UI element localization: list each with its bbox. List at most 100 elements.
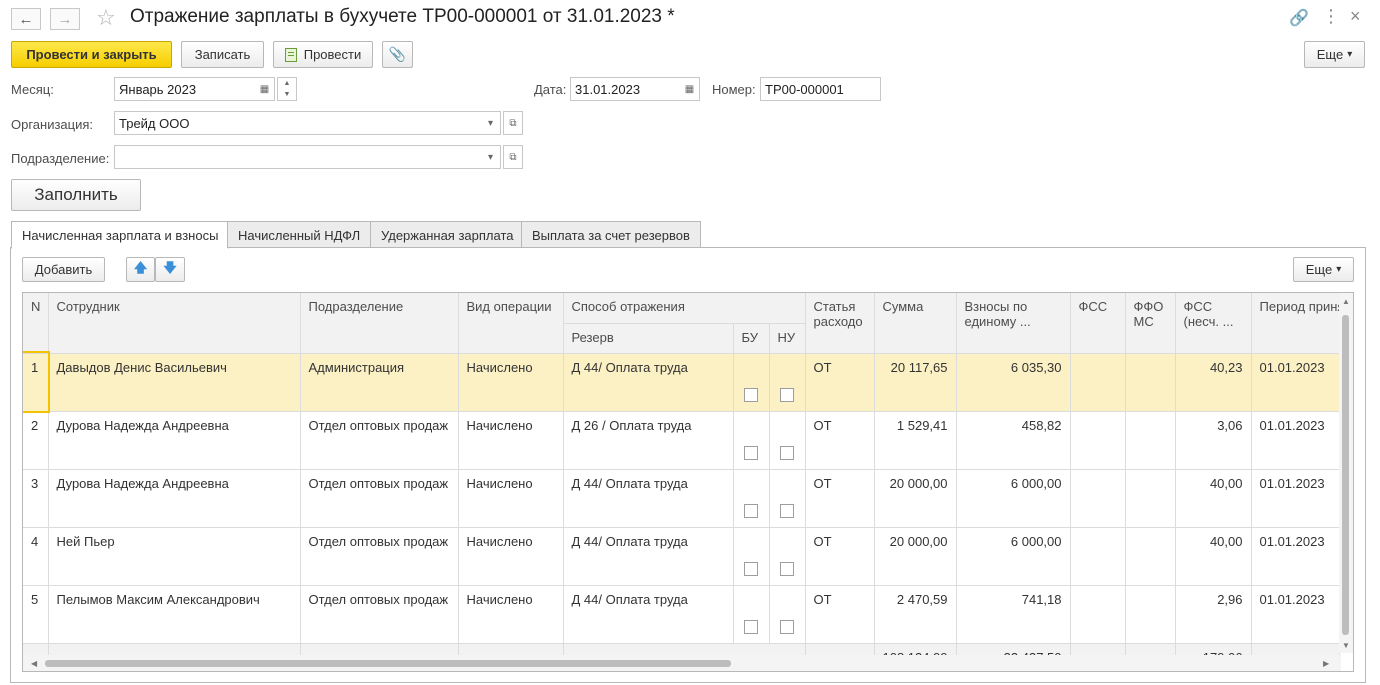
vertical-scrollbar[interactable]: ▲ ▼ (1339, 293, 1353, 653)
tab-accrued-ndfl[interactable]: Начисленный НДФЛ (227, 221, 372, 248)
sum-cell[interactable]: 20 117,65 (874, 353, 957, 412)
col-method[interactable]: Способ отражения (563, 293, 806, 324)
col-period[interactable]: Период приня (1251, 293, 1340, 354)
article-cell[interactable]: ОТ (805, 527, 875, 586)
row-number[interactable]: 5 (23, 585, 49, 644)
sum-cell[interactable]: 20 000,00 (874, 469, 957, 528)
bu-checkbox-box[interactable] (744, 387, 758, 402)
back-button[interactable]: ← (11, 8, 41, 30)
tab-withheld-salary[interactable]: Удержанная зарплата (370, 221, 525, 248)
department-cell[interactable]: Отдел оптовых продаж (300, 469, 459, 528)
col-fss-ns[interactable]: ФСС (несч. ... (1175, 293, 1252, 354)
department-cell[interactable]: Отдел оптовых продаж (300, 411, 459, 470)
ffoms-cell[interactable] (1125, 411, 1176, 470)
row-number[interactable]: 1 (23, 351, 50, 413)
fss-ns-cell[interactable]: 40,00 (1175, 469, 1252, 528)
close-icon[interactable]: × (1350, 6, 1361, 27)
move-down-button[interactable]: 🡇 (155, 257, 185, 282)
contributions-cell[interactable]: 741,18 (956, 585, 1071, 644)
department-cell[interactable]: Администрация (300, 353, 459, 412)
col-department[interactable]: Подразделение (300, 293, 459, 354)
sum-cell[interactable]: 2 470,59 (874, 585, 957, 644)
ffoms-cell[interactable] (1125, 353, 1176, 412)
link-icon[interactable]: 🔗 (1289, 8, 1309, 28)
fss-ns-cell[interactable]: 40,00 (1175, 527, 1252, 586)
col-reserve[interactable]: Резерв (563, 323, 734, 354)
more-vert-icon[interactable]: ⋮ (1322, 6, 1340, 27)
calendar-icon[interactable]: ▦ (255, 77, 275, 101)
col-article[interactable]: Статья расходо (805, 293, 875, 354)
month-field[interactable]: Январь 2023 (114, 77, 256, 101)
period-cell[interactable]: 01.01.2023 (1251, 585, 1340, 644)
department-cell[interactable]: Отдел оптовых продаж (300, 585, 459, 644)
save-button[interactable]: Записать (181, 41, 264, 68)
period-cell[interactable]: 01.01.2023 (1251, 353, 1340, 412)
fss-cell[interactable] (1070, 353, 1126, 412)
more-button[interactable]: Еще (1304, 41, 1365, 68)
fss-cell[interactable] (1070, 527, 1126, 586)
fss-cell[interactable] (1070, 411, 1126, 470)
calendar-icon[interactable]: ▦ (680, 77, 700, 101)
method-cell[interactable]: Д 26 / Оплата труда (563, 411, 734, 470)
employee-cell[interactable]: Дурова Надежда Андреевна (48, 469, 301, 528)
ffoms-cell[interactable] (1125, 527, 1176, 586)
period-cell[interactable]: 01.01.2023 (1251, 527, 1340, 586)
fss-ns-cell[interactable]: 2,96 (1175, 585, 1252, 644)
row-number[interactable]: 3 (23, 469, 49, 528)
attach-button[interactable]: 📎 (382, 41, 413, 68)
horizontal-scrollbar[interactable]: ◀ ▶ (23, 655, 1341, 671)
favorite-star-icon[interactable]: ☆ (96, 5, 116, 31)
department-cell[interactable]: Отдел оптовых продаж (300, 527, 459, 586)
col-employee[interactable]: Сотрудник (48, 293, 301, 354)
contributions-cell[interactable]: 6 000,00 (956, 469, 1071, 528)
post-button[interactable]: Провести (273, 41, 373, 68)
bu-checkbox-box[interactable] (744, 561, 758, 576)
forward-button[interactable]: → (50, 8, 80, 30)
contributions-cell[interactable]: 6 035,30 (956, 353, 1071, 412)
period-cell[interactable]: 01.01.2023 (1251, 411, 1340, 470)
department-field[interactable] (114, 145, 482, 169)
article-cell[interactable]: ОТ (805, 585, 875, 644)
chevron-down-icon[interactable]: ▾ (481, 145, 501, 169)
nu-checkbox-box[interactable] (780, 387, 794, 402)
table-row[interactable]: 1 Давыдов Денис Васильевич Администрация На… (23, 351, 1340, 413)
nu-checkbox-box[interactable] (780, 503, 794, 518)
fss-ns-cell[interactable]: 40,23 (1175, 353, 1252, 412)
method-cell[interactable]: Д 44/ Оплата труда (563, 527, 734, 586)
table-more-button[interactable]: Еще (1293, 257, 1354, 282)
ffoms-cell[interactable] (1125, 585, 1176, 644)
table-row[interactable]: 2 Дурова Надежда Андреевна Отдел оптовых п… (23, 411, 1340, 470)
employee-cell[interactable]: Дурова Надежда Андреевна (48, 411, 301, 470)
table-row[interactable]: 4 Ней Пьер Отдел оптовых продаж Начислено Д … (23, 527, 1340, 586)
chevron-down-icon[interactable]: ▾ (481, 111, 501, 135)
method-cell[interactable]: Д 44/ Оплата труда (563, 585, 734, 644)
operation-cell[interactable]: Начислено (458, 585, 564, 644)
nu-checkbox-box[interactable] (780, 619, 794, 634)
tab-reserve-payments[interactable]: Выплата за счет резервов (521, 221, 701, 248)
bu-checkbox-box[interactable] (744, 619, 758, 634)
sum-cell[interactable]: 1 529,41 (874, 411, 957, 470)
nu-checkbox-box[interactable] (780, 445, 794, 460)
col-sum[interactable]: Сумма (874, 293, 957, 354)
operation-cell[interactable]: Начислено (458, 353, 564, 412)
date-field[interactable]: 31.01.2023 (570, 77, 681, 101)
col-n[interactable]: N (23, 293, 49, 354)
sum-cell[interactable]: 20 000,00 (874, 527, 957, 586)
month-stepper[interactable]: ▲ ▼ (277, 77, 297, 101)
employee-cell[interactable]: Пелымов Максим Александрович (48, 585, 301, 644)
article-cell[interactable]: ОТ (805, 469, 875, 528)
contributions-cell[interactable]: 6 000,00 (956, 527, 1071, 586)
operation-cell[interactable]: Начислено (458, 469, 564, 528)
col-fss[interactable]: ФСС (1070, 293, 1126, 354)
fss-cell[interactable] (1070, 585, 1126, 644)
ffoms-cell[interactable] (1125, 469, 1176, 528)
open-icon[interactable]: ⧉ (503, 145, 523, 169)
col-nu[interactable]: НУ (769, 323, 806, 354)
move-up-button[interactable]: 🡅 (126, 257, 155, 282)
table-row[interactable]: 3 Дурова Надежда Андреевна Отдел оптовых п… (23, 469, 1340, 528)
fill-button[interactable]: Заполнить (11, 179, 141, 211)
fss-ns-cell[interactable]: 3,06 (1175, 411, 1252, 470)
open-icon[interactable]: ⧉ (503, 111, 523, 135)
employee-cell[interactable]: Давыдов Денис Васильевич (48, 353, 301, 412)
col-operation[interactable]: Вид операции (458, 293, 564, 354)
